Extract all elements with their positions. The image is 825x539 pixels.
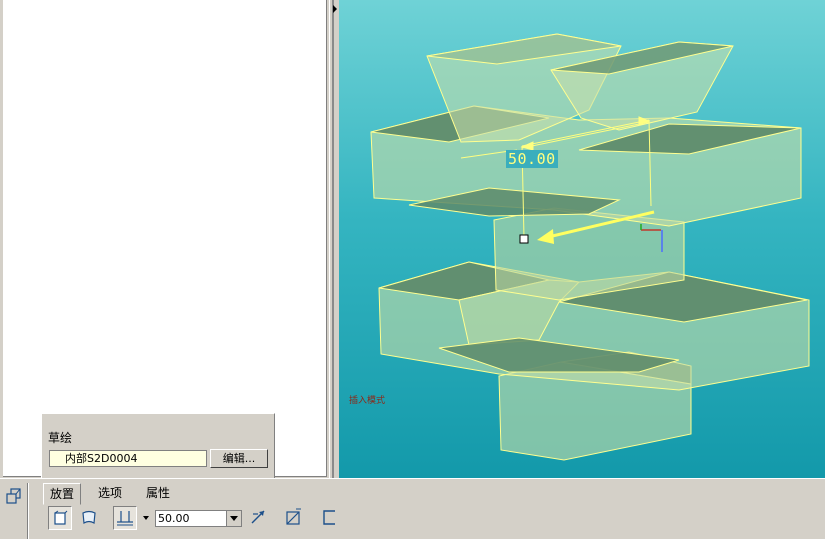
chevron-down-icon[interactable] [226,511,241,526]
dashboard-separator [27,483,29,539]
tab-options[interactable]: 选项 [92,483,128,503]
model-drawing [370,33,810,461]
depth-blind-icon [117,511,133,526]
tab-placement[interactable]: 放置 [43,483,82,505]
surface-button[interactable] [78,506,102,530]
surface-icon [82,510,96,525]
remove-material-icon [286,508,301,525]
solid-icon [54,510,68,525]
depth-value-select[interactable]: 50.00 [155,510,242,527]
status-text: 插入模式 [349,396,386,406]
tab-properties[interactable]: 属性 [140,483,176,503]
flip-direction-button[interactable] [247,506,271,530]
sketch-name-field[interactable]: 内部S2D0004 [49,450,207,467]
dimension-value-label[interactable]: 50.00 [506,150,558,168]
depth-blind-button[interactable] [113,506,137,530]
sketch-panel: 草绘 内部S2D0004 编辑... [41,413,275,479]
solid-button[interactable] [48,506,72,530]
sketch-panel-title: 草绘 [48,431,73,445]
depth-options-caret-icon[interactable] [143,516,149,520]
edit-sketch-button[interactable]: 编辑... [210,449,268,468]
model-tree[interactable] [3,0,327,477]
remove-material-button[interactable] [282,506,306,530]
depth-value[interactable]: 50.00 [158,511,190,526]
thicken-icon [323,510,335,525]
pause-feature-icon[interactable] [4,486,24,506]
thicken-button[interactable] [318,506,342,530]
feature-dashboard: 放置 选项 属性 50.00 [0,478,825,539]
flip-direction-icon [251,510,265,524]
expand-arrow-icon[interactable] [333,5,337,13]
splitter-line [332,0,334,478]
model-tree-panel [0,0,329,478]
graphics-viewport[interactable]: 50.00 插入模式 [339,0,825,478]
